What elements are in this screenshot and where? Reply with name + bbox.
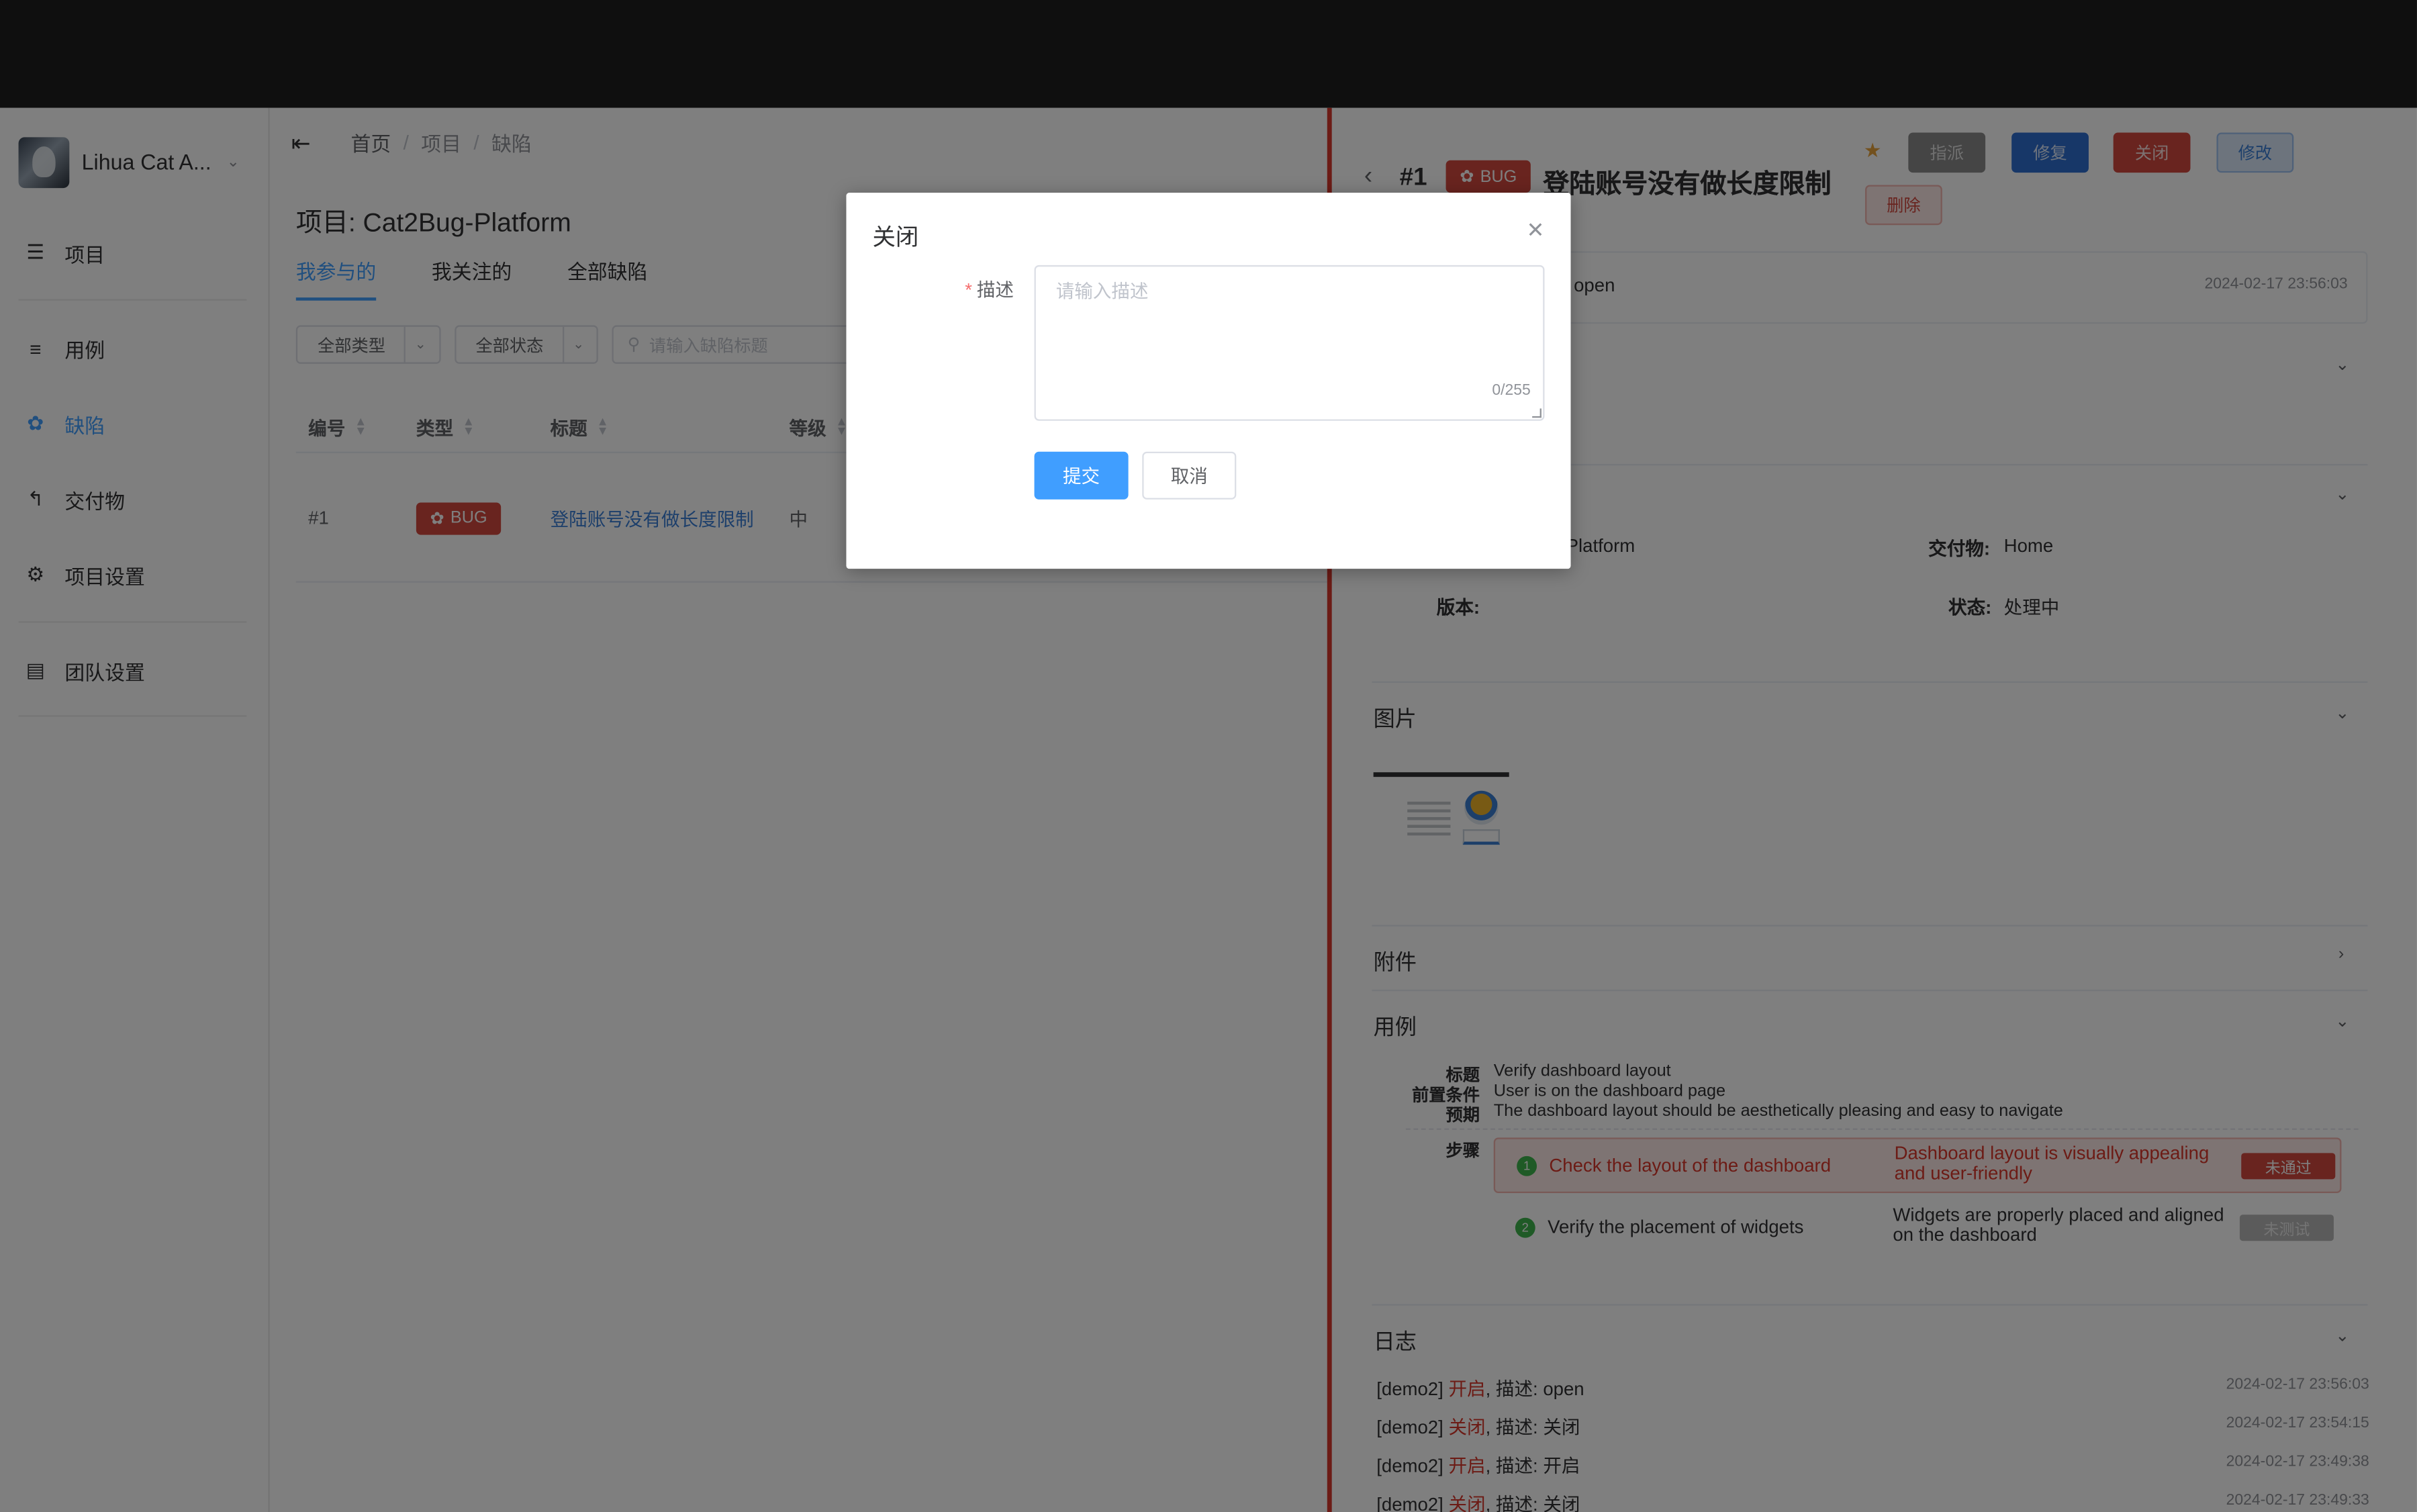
char-counter: 0/255 — [1492, 382, 1531, 399]
description-label: * 描述 — [965, 279, 1014, 301]
cancel-button[interactable]: 取消 — [1142, 451, 1237, 500]
close-dialog: 关闭 ✕ * 描述 请输入描述 0/255 提交 取消 — [846, 192, 1571, 569]
close-icon[interactable]: ✕ — [1527, 218, 1545, 244]
submit-button[interactable]: 提交 — [1034, 451, 1129, 500]
description-placeholder: 请输入描述 — [1055, 280, 1149, 302]
dialog-title: 关闭 — [872, 225, 919, 252]
description-textarea[interactable]: 请输入描述 0/255 — [1034, 265, 1545, 421]
resize-handle[interactable] — [1532, 408, 1542, 418]
